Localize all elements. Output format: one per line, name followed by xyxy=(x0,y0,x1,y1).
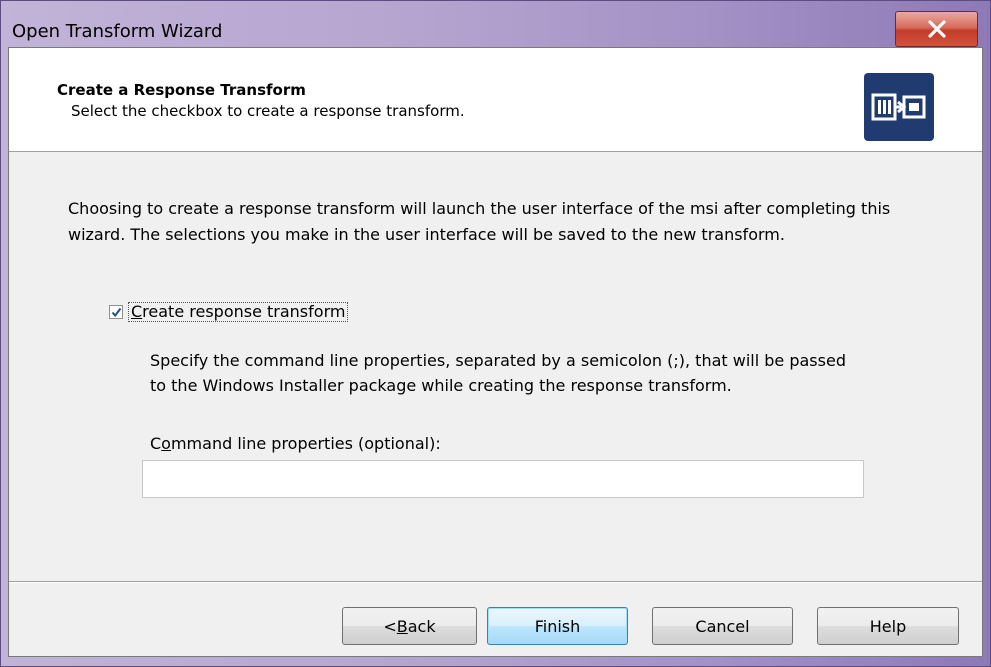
description-line-1: Choosing to create a response transform … xyxy=(68,199,891,218)
finish-button[interactable]: Finish xyxy=(487,607,628,645)
help-button[interactable]: Help xyxy=(817,607,959,645)
back-mnemonic: B xyxy=(396,616,408,636)
transform-icon xyxy=(864,73,934,141)
create-response-transform-checkbox[interactable] xyxy=(109,305,123,319)
create-response-transform-label[interactable]: Create response transform xyxy=(128,302,349,322)
window-title: Open Transform Wizard xyxy=(12,21,223,42)
checkmark-icon xyxy=(111,307,121,317)
label-mnemonic: C xyxy=(131,302,143,321)
footer-separator xyxy=(9,581,982,583)
close-icon xyxy=(927,20,946,38)
instructions-line-2: to the Windows Installer package while c… xyxy=(150,376,732,395)
title-bar[interactable]: Open Transform Wizard xyxy=(1,1,990,47)
cmd-label-start: C xyxy=(150,434,162,453)
back-rest: ack xyxy=(407,616,436,636)
page-subtitle: Select the checkbox to create a response… xyxy=(71,102,465,120)
label-text: reate response transform xyxy=(142,302,346,321)
wizard-header: Create a Response Transform Select the c… xyxy=(9,48,982,152)
command-line-properties-input[interactable] xyxy=(142,460,864,498)
description-text: Choosing to create a response transform … xyxy=(68,196,948,248)
cmd-label-rest: mmand line properties (optional): xyxy=(170,434,441,453)
create-response-transform-option[interactable]: Create response transform xyxy=(109,302,349,322)
instructions-line-1: Specify the command line properties, sep… xyxy=(150,351,846,370)
back-prefix: < xyxy=(383,616,397,636)
description-line-2: wizard. The selections you make in the u… xyxy=(68,225,785,244)
close-button[interactable] xyxy=(895,11,978,47)
wizard-window: Open Transform Wizard Create a Response … xyxy=(0,0,991,667)
cmd-label-mnemonic: o xyxy=(161,434,171,453)
command-line-properties-label: Command line properties (optional): xyxy=(150,434,441,453)
cancel-button[interactable]: Cancel xyxy=(652,607,793,645)
wizard-client-area: Create a Response Transform Select the c… xyxy=(8,47,983,657)
command-line-instructions: Specify the command line properties, sep… xyxy=(150,348,910,398)
page-title: Create a Response Transform xyxy=(57,81,306,99)
back-button[interactable]: < Back xyxy=(342,607,477,645)
